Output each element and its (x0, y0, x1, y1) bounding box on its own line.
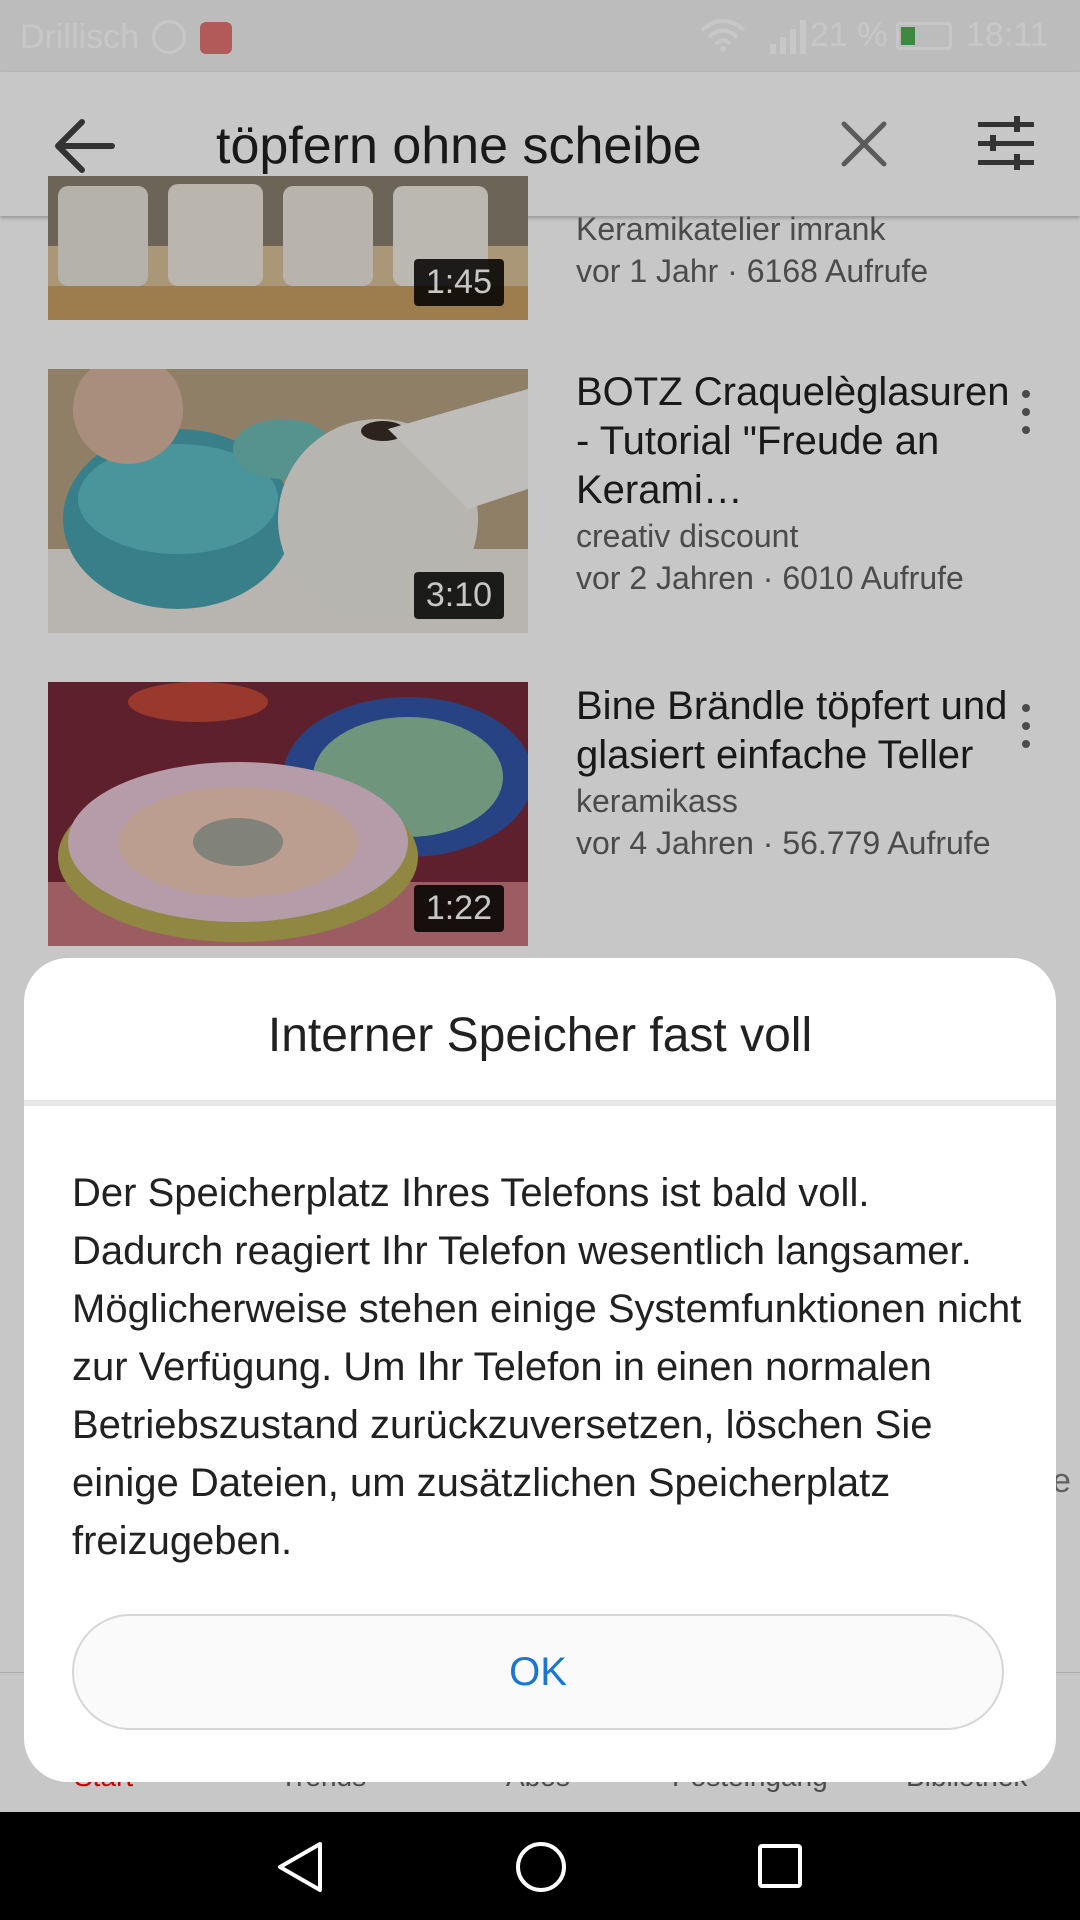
back-triangle-icon[interactable] (274, 1840, 326, 1894)
dialog-divider (24, 1100, 1056, 1106)
system-navigation-bar (0, 1812, 1080, 1920)
recents-square-icon[interactable] (756, 1842, 804, 1890)
ok-button[interactable]: OK (72, 1614, 1004, 1730)
home-circle-icon[interactable] (514, 1840, 568, 1894)
dialog-title: Interner Speicher fast voll (267, 1009, 813, 1062)
dialog-message: Der Speicherplatz Ihres Telefons ist bal… (72, 1171, 1022, 1563)
storage-warning-dialog: Interner Speicher fast voll Der Speicher… (24, 958, 1056, 1782)
